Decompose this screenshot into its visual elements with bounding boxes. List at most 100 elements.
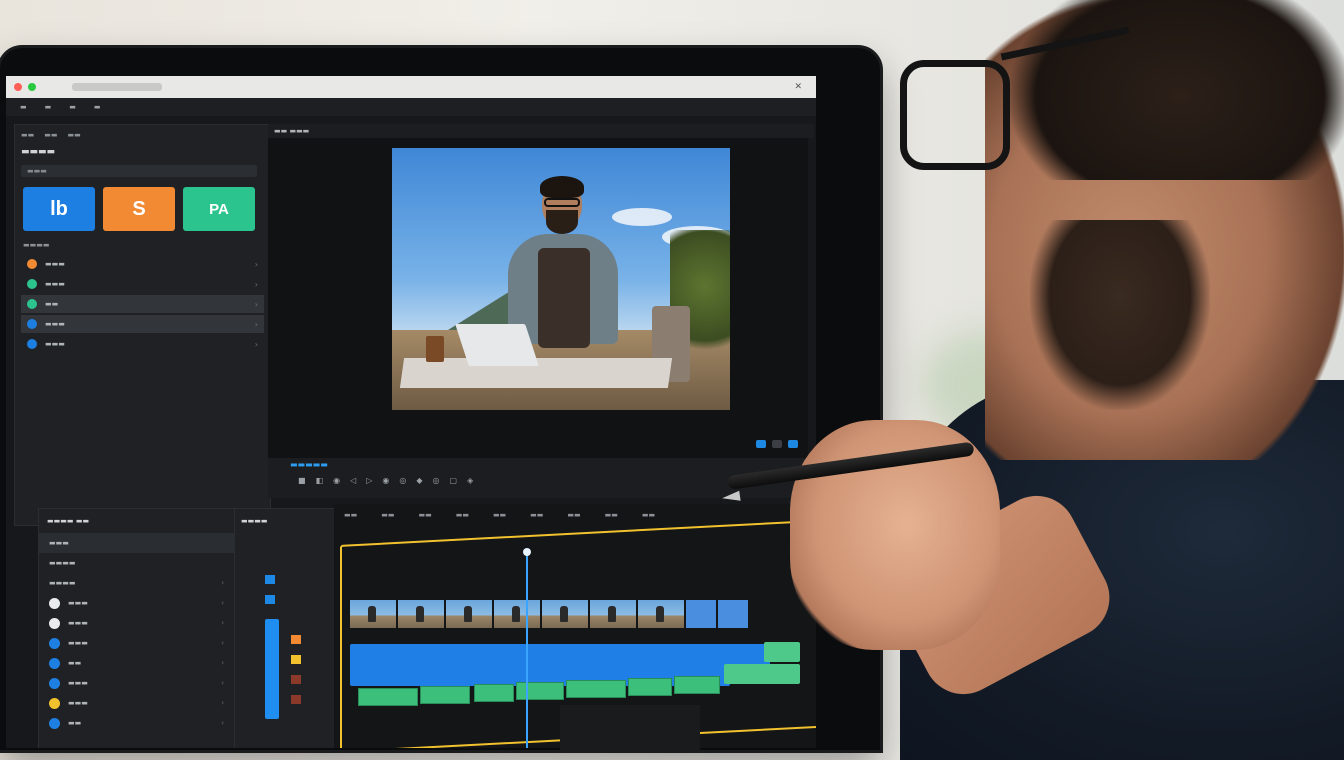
control-icon[interactable]: ▢ (450, 476, 458, 485)
audio-track-blue[interactable] (350, 644, 770, 666)
playhead[interactable] (526, 550, 528, 748)
panel-tabs: ▬▬ ▬▬ ▬▬ (15, 125, 270, 145)
list-item[interactable]: ▬▬▬ › (39, 633, 234, 653)
person-beard (1030, 220, 1210, 410)
cup (426, 336, 444, 362)
app-tile[interactable]: PA (183, 187, 255, 231)
control-icon[interactable]: ◉ (382, 476, 389, 485)
playhead-handle[interactable] (523, 548, 531, 556)
audio-clip[interactable] (628, 678, 672, 696)
menu-item[interactable]: ▬ (94, 103, 101, 111)
tab[interactable]: ▬▬ (21, 131, 34, 139)
item-icon (27, 279, 37, 289)
list-item[interactable]: ▬▬▬ › (21, 315, 264, 333)
app-tiles: lb S PA (15, 177, 270, 231)
list-item[interactable]: ▬▬▬▬ › (39, 573, 234, 593)
control-icon[interactable]: ■ (298, 476, 306, 485)
color-swatch[interactable] (291, 695, 301, 704)
audio-track-green[interactable] (724, 664, 800, 684)
audio-clip[interactable] (420, 686, 470, 704)
tab[interactable]: ▬▬ (67, 131, 80, 139)
close-icon[interactable]: ✕ (794, 82, 802, 92)
chevron-right-icon: › (221, 659, 224, 667)
audio-clip[interactable] (566, 680, 626, 698)
monitor-stand (560, 705, 700, 750)
window-titlebar: ✕ (6, 76, 816, 98)
chevron-right-icon: › (221, 679, 224, 687)
tab[interactable]: ▬▬ (44, 131, 57, 139)
color-swatch[interactable] (291, 675, 301, 684)
item-icon (49, 657, 60, 669)
color-swatch[interactable] (291, 635, 301, 644)
control-icon[interactable]: ◆ (416, 476, 422, 485)
search-input[interactable]: ▬▬▬ (21, 165, 257, 177)
control-icon[interactable] (772, 440, 782, 448)
menu-item[interactable]: ▬ (45, 103, 52, 111)
list-item[interactable]: ▬▬▬ › (39, 693, 234, 713)
control-icon[interactable]: ◁ (350, 476, 356, 485)
list-item[interactable]: ▬▬ › (21, 295, 264, 313)
app-tile[interactable]: S (103, 187, 175, 231)
address-field[interactable] (72, 83, 162, 91)
list-item[interactable]: ▬▬▬ (39, 533, 234, 553)
video-clip[interactable] (590, 600, 636, 628)
menu-item[interactable]: ▬ (20, 103, 27, 111)
chevron-right-icon: › (254, 339, 258, 349)
video-clip[interactable] (686, 600, 716, 628)
person-apron (538, 248, 590, 348)
list-item[interactable]: ▬▬▬ › (21, 275, 264, 293)
audio-clip[interactable] (358, 688, 418, 706)
item-icon (49, 617, 60, 629)
maximize-window-icon[interactable] (28, 83, 36, 91)
video-clip[interactable] (398, 600, 444, 628)
list-item[interactable]: ▬▬▬▬ (39, 553, 234, 573)
panel-title: ▬▬▬▬ (21, 147, 56, 157)
audio-clip[interactable] (516, 682, 564, 700)
video-clip[interactable] (718, 600, 748, 628)
menu-item[interactable]: ▬ (69, 103, 76, 111)
media-library-panel: ▬▬ ▬▬ ▬▬ ▬▬▬▬ ▬▬▬ lb S PA ▬▬▬▬ ▬▬▬ › ▬▬▬… (14, 124, 271, 526)
item-icon (49, 697, 60, 709)
control-icon[interactable]: ◎ (399, 476, 406, 485)
panel-title: ▬▬▬▬ ▬▬ (47, 517, 90, 525)
close-window-icon[interactable] (14, 83, 22, 91)
video-clip[interactable] (494, 600, 540, 628)
app-tile[interactable]: lb (23, 187, 95, 231)
control-icon[interactable]: ▷ (366, 476, 372, 485)
color-swatch[interactable] (265, 575, 275, 584)
color-swatch[interactable] (265, 595, 275, 604)
chevron-right-icon: › (221, 579, 224, 587)
app-tile-label: lb (50, 197, 68, 220)
list-item[interactable]: ▬▬▬ › (21, 335, 264, 353)
video-clip[interactable] (350, 600, 396, 628)
program-monitor (268, 138, 808, 458)
list-item[interactable]: ▬▬▬ › (39, 673, 234, 693)
control-icon[interactable]: ◉ (333, 476, 340, 485)
video-track[interactable] (350, 600, 748, 628)
cloud (612, 208, 672, 226)
control-icon[interactable]: ◈ (467, 476, 473, 485)
audio-clip[interactable] (474, 684, 514, 702)
list-item[interactable]: ▬▬ › (39, 653, 234, 673)
control-icon[interactable]: ◎ (433, 476, 440, 485)
list-item[interactable]: ▬▬▬ › (21, 255, 264, 273)
audio-track-green[interactable] (764, 642, 800, 662)
list-item[interactable]: ▬▬▬ › (39, 593, 234, 613)
list-item[interactable]: ▬▬ › (39, 713, 234, 733)
audio-clip[interactable] (674, 676, 720, 694)
video-clip[interactable] (542, 600, 588, 628)
control-icon[interactable] (756, 440, 766, 448)
chevron-right-icon: › (221, 699, 224, 707)
glasses-icon (900, 60, 1010, 170)
control-icon[interactable]: ◧ (316, 476, 324, 485)
video-clip[interactable] (638, 600, 684, 628)
control-icon[interactable] (788, 440, 798, 448)
video-clip[interactable] (446, 600, 492, 628)
list-item[interactable]: ▬▬▬ › (39, 613, 234, 633)
color-swatch[interactable] (291, 655, 301, 664)
chevron-right-icon: › (254, 299, 258, 309)
viewer-controls (756, 440, 798, 448)
chevron-right-icon: › (254, 279, 258, 289)
person-beard (546, 210, 578, 234)
chevron-right-icon: › (254, 259, 258, 269)
